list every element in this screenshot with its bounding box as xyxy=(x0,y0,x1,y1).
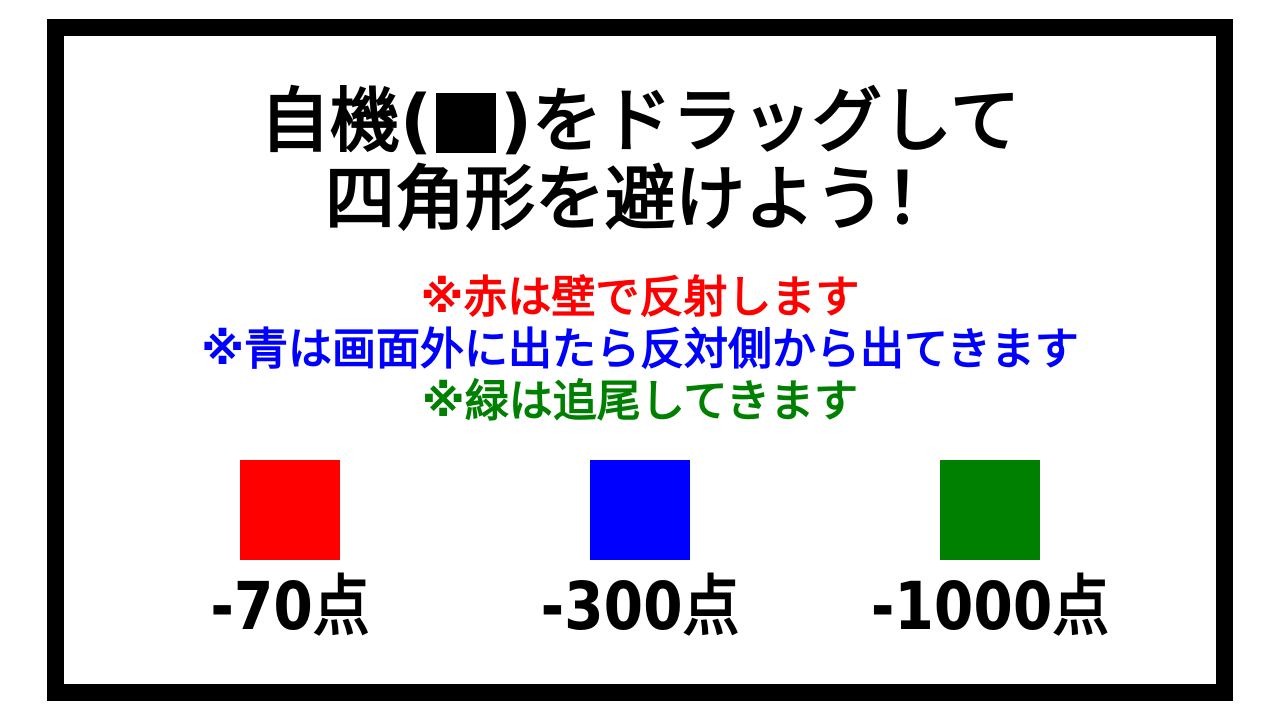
red-score: -70点 xyxy=(210,568,370,645)
green-square-icon xyxy=(940,460,1040,560)
note-green-rule: ※緑は追尾してきます xyxy=(421,376,859,427)
note-blue-rule: ※青は画面外に出たら反対側から出てきます xyxy=(201,324,1079,375)
title-line-1: 自機()をドラッグして xyxy=(0,86,1280,156)
player-square-icon xyxy=(436,93,497,153)
title-line-1-before: 自機( xyxy=(260,80,433,162)
red-square-icon xyxy=(240,460,340,560)
blue-square-icon xyxy=(590,460,690,560)
title-line-1-after: )をドラッグして xyxy=(500,80,1020,162)
green-score: -1000点 xyxy=(870,568,1110,645)
blue-score: -300点 xyxy=(540,568,740,645)
title-line-2: 四角形を避けよう！ xyxy=(325,158,955,240)
note-red-rule: ※赤は壁で反射します xyxy=(420,272,860,323)
